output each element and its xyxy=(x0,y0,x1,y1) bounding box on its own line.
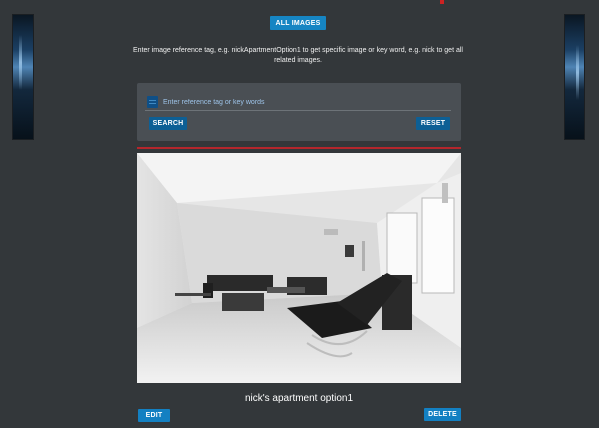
reset-button[interactable]: RESET xyxy=(416,117,450,130)
search-field-row xyxy=(145,95,451,111)
search-instructions: Enter image reference tag, e.g. nickApar… xyxy=(132,46,464,66)
banner-light-streak xyxy=(576,45,579,100)
all-images-button[interactable]: ALL IMAGES xyxy=(270,16,326,30)
delete-button[interactable]: DELETE xyxy=(424,408,461,421)
red-marker xyxy=(440,0,444,4)
right-side-banner-image xyxy=(564,14,585,140)
search-button[interactable]: SEARCH xyxy=(149,117,187,130)
section-divider xyxy=(137,147,461,149)
edit-button[interactable]: EDIT xyxy=(138,409,170,422)
instructions-line-2: related images. xyxy=(274,57,322,64)
reference-tag-input[interactable] xyxy=(163,95,449,109)
page: ALL IMAGES Enter image reference tag, e.… xyxy=(0,0,599,428)
left-side-banner-image xyxy=(12,14,34,140)
banner-light-streak xyxy=(19,35,22,90)
apartment-photo[interactable] xyxy=(137,153,461,383)
living-room-image xyxy=(137,153,461,383)
search-panel xyxy=(137,83,461,141)
instructions-line-1: Enter image reference tag, e.g. nickApar… xyxy=(133,47,463,54)
list-icon xyxy=(147,96,158,108)
image-caption: nick's apartment option1 xyxy=(244,393,354,404)
